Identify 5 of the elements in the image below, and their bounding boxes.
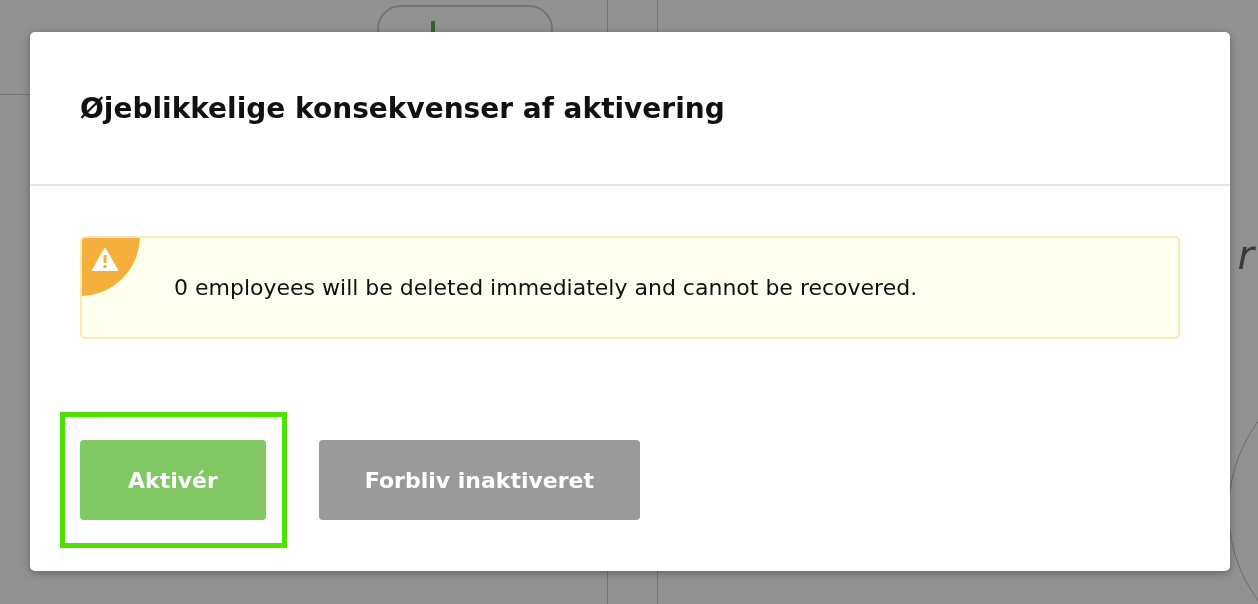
alert-message: 0 employees will be deleted immediately and cannot be recovered. [174, 275, 918, 300]
side-text: r [1237, 232, 1254, 278]
activate-button[interactable]: Aktivér [80, 440, 266, 520]
dialog-title: Øjeblikkelige konsekvenser af aktivering [80, 91, 725, 125]
warning-icon [92, 248, 118, 271]
